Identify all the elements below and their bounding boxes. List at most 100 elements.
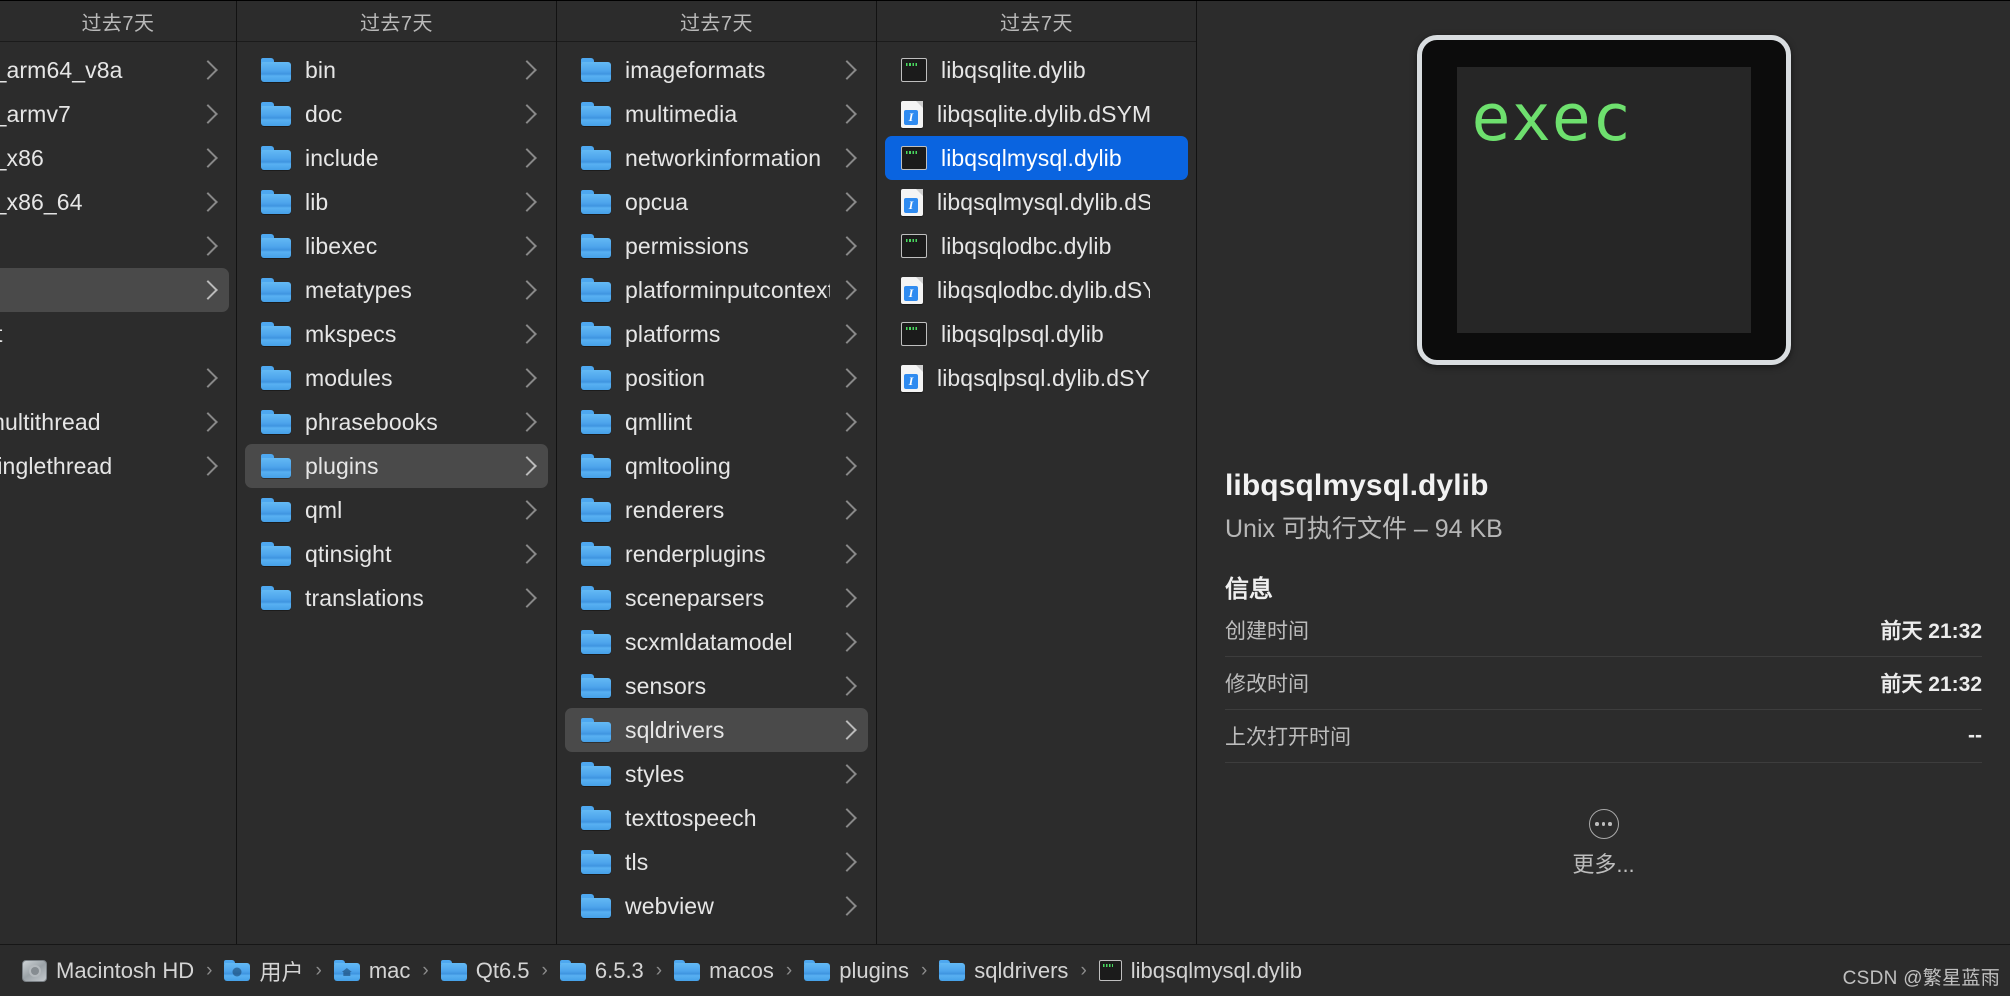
file-row-label: styles: [625, 761, 830, 788]
file-row[interactable]: libqsqlpsql.dylib: [885, 312, 1188, 356]
chevron-right-icon: [837, 280, 857, 300]
file-row[interactable]: plugins: [245, 444, 548, 488]
file-row-label: mkspecs: [305, 321, 510, 348]
folder-icon: [581, 146, 611, 170]
file-row[interactable]: libexec: [245, 224, 548, 268]
breadcrumb-item[interactable]: libqsqlmysql.dylib: [1099, 958, 1302, 984]
file-row[interactable]: c: [0, 356, 229, 400]
folder-icon: [261, 102, 291, 126]
file-row[interactable]: position: [565, 356, 868, 400]
file-row-label: opcua: [625, 189, 830, 216]
file-row[interactable]: texttospeech: [565, 796, 868, 840]
preview-pane: exec libqsqlmysql.dylib Unix 可执行文件 – 94 …: [1197, 1, 2010, 944]
file-row[interactable]: droid_armv7: [0, 92, 229, 136]
folder-icon: [261, 586, 291, 610]
folder-icon: [261, 366, 291, 390]
column-1-list[interactable]: droid_arm64_v8adroid_armv7 droid_x86droid…: [0, 42, 236, 944]
file-row[interactable]: scxmldatamodel: [565, 620, 868, 664]
file-row[interactable]: lib: [245, 180, 548, 224]
file-row[interactable]: bin: [245, 48, 548, 92]
file-row[interactable]: sceneparsers: [565, 576, 868, 620]
breadcrumb-item[interactable]: Macintosh HD: [22, 958, 194, 984]
file-row[interactable]: sensors: [565, 664, 868, 708]
file-row[interactable]: sqldrivers: [565, 708, 868, 752]
file-row[interactable]: include: [245, 136, 548, 180]
file-row[interactable]: multimedia: [565, 92, 868, 136]
breadcrumb-item-label: 用户: [259, 955, 303, 987]
file-row[interactable]: renderplugins: [565, 532, 868, 576]
folder-icon: [804, 960, 830, 981]
breadcrumb-item[interactable]: mac: [334, 958, 411, 984]
chevron-right-icon: [837, 720, 857, 740]
file-row[interactable]: phrasebooks: [245, 400, 548, 444]
file-row[interactable]: [0, 224, 229, 268]
file-row[interactable]: platforminputcontexts: [565, 268, 868, 312]
chevron-right-icon: [517, 60, 537, 80]
folder-icon: [939, 960, 965, 981]
file-row[interactable]: networkinformation: [565, 136, 868, 180]
file-row[interactable]: permissions: [565, 224, 868, 268]
folder-icon: [581, 762, 611, 786]
column-3-list[interactable]: imageformats multimedia networkinformation…: [557, 42, 876, 944]
file-row[interactable]: webview: [565, 884, 868, 928]
file-row[interactable]: qtinsight: [245, 532, 548, 576]
file-row-label: multimedia: [625, 101, 830, 128]
file-row[interactable]: tls: [565, 840, 868, 884]
file-row-label: cos: [0, 277, 191, 304]
file-row[interactable]: Ta1s.txt: [0, 312, 229, 356]
users-folder-icon: [224, 960, 250, 981]
file-row[interactable]: qmltooling: [565, 444, 868, 488]
file-row[interactable]: qmllint: [565, 400, 868, 444]
file-row[interactable]: mkspecs: [245, 312, 548, 356]
file-row-label: sceneparsers: [625, 585, 830, 612]
preview-value-last-opened: --: [1968, 724, 1982, 748]
folder-icon: [581, 234, 611, 258]
file-row[interactable]: renderers: [565, 488, 868, 532]
file-row[interactable]: libqsqlmysql.dylib: [885, 136, 1188, 180]
column-2-list[interactable]: bindocincludeliblibexecmetatypes mkspecs m…: [237, 42, 556, 944]
file-row-label: droid_x86_64: [0, 189, 191, 216]
file-row[interactable]: Ilibqsqlmysql.dylib.dSYM: [885, 180, 1188, 224]
file-row[interactable]: qml: [245, 488, 548, 532]
breadcrumb-item[interactable]: sqldrivers: [939, 958, 1068, 984]
file-row[interactable]: Ilibqsqlite.dylib.dSYM: [885, 92, 1188, 136]
unix-executable-icon: [901, 58, 927, 82]
file-row-label: qtinsight: [305, 541, 510, 568]
breadcrumb-separator: ›: [786, 960, 792, 982]
file-row[interactable]: modules: [245, 356, 548, 400]
file-row[interactable]: libqsqlite.dylib: [885, 48, 1188, 92]
breadcrumb-separator: ›: [656, 960, 662, 982]
breadcrumb-item[interactable]: 6.5.3: [560, 958, 644, 984]
file-row[interactable]: droid_x86: [0, 136, 229, 180]
file-row[interactable]: opcua: [565, 180, 868, 224]
file-row[interactable]: Ilibqsqlodbc.dylib.dSYM: [885, 268, 1188, 312]
file-row[interactable]: metatypes: [245, 268, 548, 312]
file-row[interactable]: doc: [245, 92, 548, 136]
chevron-right-icon: [517, 500, 537, 520]
breadcrumb-item[interactable]: macos: [674, 958, 774, 984]
breadcrumb-item[interactable]: plugins: [804, 958, 909, 984]
breadcrumb-separator: ›: [542, 960, 548, 982]
column-4-list[interactable]: libqsqlite.dylibIlibqsqlite.dylib.dSYMli…: [877, 42, 1196, 944]
file-row-label: sqldrivers: [625, 717, 830, 744]
file-row[interactable]: droid_arm64_v8a: [0, 48, 229, 92]
column-2-header: 过去7天: [237, 1, 556, 42]
file-row-label: modules: [305, 365, 510, 392]
chevron-right-icon: [517, 324, 537, 344]
file-row[interactable]: cos: [0, 268, 229, 312]
file-row-label: droid_x86: [0, 145, 191, 172]
breadcrumb-item[interactable]: 用户: [224, 955, 303, 987]
file-row[interactable]: imageformats: [565, 48, 868, 92]
file-row[interactable]: droid_x86_64: [0, 180, 229, 224]
file-row[interactable]: sm_multithread: [0, 400, 229, 444]
file-row[interactable]: libqsqlodbc.dylib: [885, 224, 1188, 268]
preview-more-button[interactable]: 更多...: [1225, 809, 1982, 879]
chevron-right-icon: [517, 236, 537, 256]
file-row[interactable]: sm_singlethread: [0, 444, 229, 488]
file-row[interactable]: translations: [245, 576, 548, 620]
file-row[interactable]: Ilibqsqlpsql.dylib.dSYM: [885, 356, 1188, 400]
file-row[interactable]: platforms: [565, 312, 868, 356]
breadcrumb-item[interactable]: Qt6.5: [441, 958, 530, 984]
file-row-label: phrasebooks: [305, 409, 510, 436]
file-row[interactable]: styles: [565, 752, 868, 796]
